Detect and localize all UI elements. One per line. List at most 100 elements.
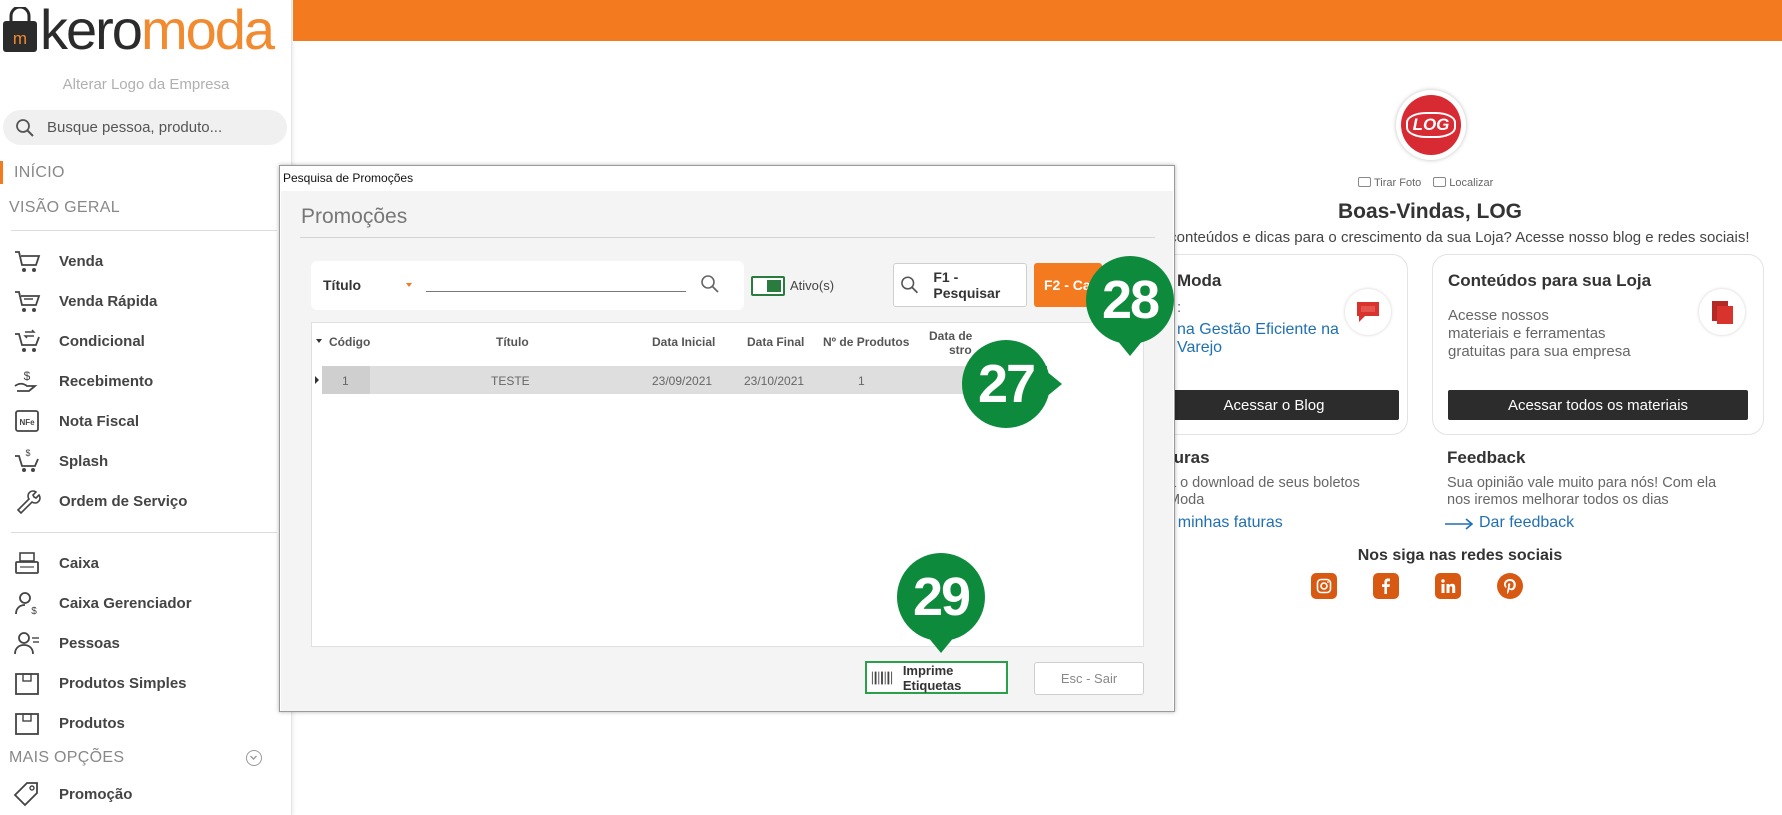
dropdown-caret-icon[interactable] [406, 283, 412, 287]
documents-icon [1699, 289, 1745, 335]
divider [11, 230, 277, 231]
table-row[interactable]: 1 TESTE 23/09/2021 23/10/2021 1 [322, 366, 1043, 394]
print-labels-button[interactable]: Imprime Etiquetas [865, 661, 1008, 694]
welcome-subtitle: r conteúdos e dicas para o crescimento d… [1160, 229, 1750, 246]
brand-logo[interactable]: m keromoda [2, 2, 275, 58]
search-icon [16, 118, 34, 137]
take-photo-link[interactable]: Tirar Foto [1358, 177, 1421, 189]
screen: { "brand": {"logo_part1": "kero", "logo_… [0, 0, 1782, 815]
filter-bar: Título [311, 261, 744, 310]
sidebar-item-label: Nota Fiscal [59, 412, 140, 430]
sidebar-item-caixa-gerenciador[interactable]: $ Caixa Gerenciador [12, 585, 282, 621]
sidebar-item-promocao[interactable]: Promoção [12, 776, 282, 812]
cell-products: 1 [858, 374, 865, 388]
feedback-title: Feedback [1447, 448, 1526, 467]
callout-edit: 27 [962, 340, 1062, 428]
cart-dollar-icon: $ [12, 446, 42, 476]
search-input[interactable]: Busque pessoa, produto... [3, 110, 287, 145]
search-button-label: F1 - Pesquisar [933, 269, 1001, 301]
col-header-code[interactable]: Código [329, 335, 370, 349]
nav-home[interactable]: INÍCIO [14, 164, 65, 182]
locate-link[interactable]: Localizar [1433, 177, 1493, 189]
sidebar-item-produtos[interactable]: Produtos [12, 705, 282, 741]
arrow-right-icon [1445, 518, 1474, 530]
nav-more-options[interactable]: MAIS OPÇÕES [9, 749, 124, 767]
content-card-title: Conteúdos para sua Loja [1448, 271, 1652, 290]
sidebar-item-recebimento[interactable]: $ Recebimento [12, 363, 282, 399]
sidebar-item-label: Produtos Simples [59, 674, 187, 692]
sidebar-item-label: Caixa Gerenciador [59, 594, 192, 612]
sidebar-item-condicional[interactable]: Condicional [12, 323, 282, 359]
search-icon[interactable] [700, 274, 720, 294]
cart-fast-icon [12, 286, 42, 316]
invoices-text-1: a o download de seus boletos [1168, 475, 1360, 491]
cart-exchange-icon [12, 326, 42, 356]
sidebar-item-produtos-simples[interactable]: Produtos Simples [12, 665, 282, 701]
filter-input[interactable] [426, 291, 686, 292]
box-icon [12, 668, 42, 698]
col-header-products[interactable]: Nº de Produtos [823, 335, 909, 349]
people-icon [12, 628, 42, 658]
active-toggle-label: Ativo(s) [790, 278, 835, 293]
dialog-heading: Promoções [301, 205, 408, 228]
chat-bubble-icon [1345, 289, 1391, 335]
nav-overview[interactable]: VISÃO GERAL [9, 199, 120, 217]
sidebar-item-venda[interactable]: Venda [12, 243, 282, 279]
sidebar-item-label: Condicional [59, 332, 145, 350]
camera-icon [1358, 177, 1371, 187]
sidebar-item-label: Venda Rápida [59, 292, 158, 310]
callout-print: 29 [897, 553, 985, 653]
access-blog-button[interactable]: Acessar o Blog [1149, 390, 1399, 420]
nfe-icon: NFe [12, 406, 42, 436]
sidebar-item-ordem-servico[interactable]: Ordem de Serviço [12, 483, 282, 519]
sidebar-item-label: Produtos [59, 714, 125, 732]
invoices-link[interactable]: r minhas faturas [1168, 514, 1283, 532]
blog-card: Moda : na Gestão Eficiente na Varejo Ace… [1140, 254, 1408, 435]
filter-field-select[interactable]: Título [323, 277, 361, 293]
sidebar-item-caixa[interactable]: Caixa [12, 545, 282, 581]
svg-text:m: m [13, 29, 27, 48]
chevron-down-icon[interactable] [246, 750, 262, 766]
sidebar-item-label: Splash [59, 452, 109, 470]
sidebar-item-label: Recebimento [59, 372, 154, 390]
exit-button[interactable]: Esc - Sair [1034, 662, 1144, 695]
wrench-icon [12, 486, 42, 516]
svg-text:$: $ [24, 369, 31, 383]
pinterest-icon[interactable] [1497, 573, 1523, 599]
sidebar-item-nota-fiscal[interactable]: NFe Nota Fiscal [12, 403, 282, 439]
col-header-created[interactable]: Data de [929, 329, 972, 343]
facebook-icon[interactable] [1373, 573, 1399, 599]
locate-label: Localizar [1449, 177, 1494, 189]
instagram-icon[interactable] [1311, 573, 1337, 599]
sidebar-item-venda-rapida[interactable]: Venda Rápida [12, 283, 282, 319]
search-button[interactable]: F1 - Pesquisar [893, 263, 1027, 307]
linkedin-icon[interactable] [1435, 573, 1461, 599]
feedback-link[interactable]: Dar feedback [1479, 514, 1574, 532]
svg-text:$: $ [25, 448, 30, 458]
avatar-text: LOG [1405, 112, 1457, 138]
search-placeholder: Busque pessoa, produto... [47, 119, 223, 136]
blog-card-link-line1[interactable]: na Gestão Eficiente na [1177, 321, 1339, 339]
cell-end: 23/10/2021 [744, 374, 805, 388]
brand-name-part1: kero [40, 0, 143, 61]
svg-text:$: $ [31, 606, 37, 616]
avatar[interactable]: LOG [1396, 90, 1466, 160]
content-card-text-2: materiais e ferramentas [1448, 325, 1606, 342]
access-materials-button[interactable]: Acessar todos os materiais [1448, 390, 1748, 420]
photo-actions: Tirar Foto Localizar [1358, 177, 1493, 189]
sidebar-item-label: Promoção [59, 785, 133, 803]
blog-card-title: Moda [1177, 271, 1222, 290]
sidebar-item-splash[interactable]: $ Splash [12, 443, 282, 479]
col-header-title[interactable]: Título [496, 335, 529, 349]
sidebar-item-pessoas[interactable]: Pessoas [12, 625, 282, 661]
active-toggle[interactable] [751, 276, 785, 296]
sidebar: m keromoda Alterar Logo da Empresa Busqu… [0, 0, 292, 815]
sort-caret-icon[interactable] [316, 339, 322, 343]
sidebar-item-label: Pessoas [59, 634, 120, 652]
divider [300, 237, 1155, 238]
col-header-start[interactable]: Data Inicial [652, 335, 715, 349]
image-icon [1433, 177, 1447, 187]
change-logo-link[interactable]: Alterar Logo da Empresa [0, 76, 292, 93]
blog-card-link-line2[interactable]: Varejo [1177, 339, 1222, 357]
col-header-end[interactable]: Data Final [747, 335, 804, 349]
